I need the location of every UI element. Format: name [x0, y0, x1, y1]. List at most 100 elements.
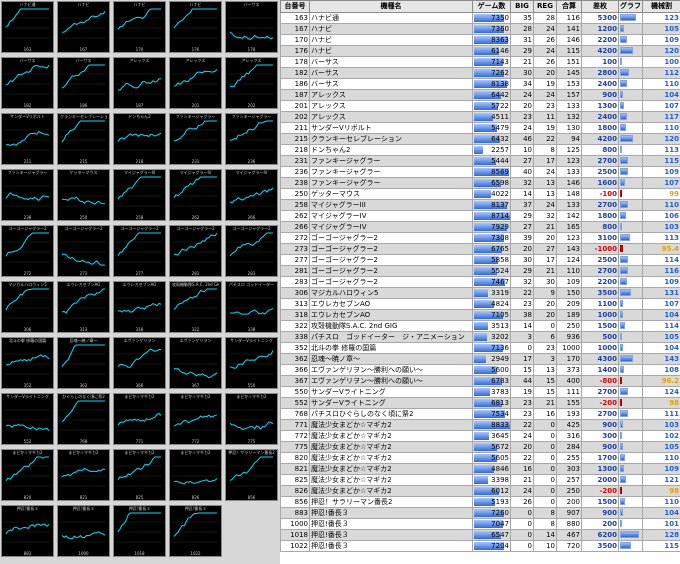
graph-thumbnail[interactable]: 押忍！サラリーマン番長2 856 [225, 449, 278, 501]
table-row[interactable]: 1018 押忍!番長３ 6547 0 14 467 6200 128 [280, 529, 680, 541]
table-row[interactable]: 215 クランキーセレブレーション 6432 46 22 94 4200 120 [280, 133, 680, 145]
graph-thumbnail[interactable]: エヴァンゲリヲン 366 [113, 337, 166, 389]
table-row[interactable]: 182 バーサス 7262 30 20 145 2800 112 [280, 67, 680, 79]
graph-thumbnail[interactable]: ハナビ通 163 [1, 1, 54, 53]
table-row[interactable]: 883 押忍!番長３ 7260 0 8 907 900 104 [280, 507, 680, 519]
table-row[interactable]: 1022 押忍!番長３ 7204 0 10 720 3500 115 [280, 540, 680, 552]
graph-thumbnail[interactable]: エヴァンゲリヲン 367 [169, 337, 222, 389]
table-row[interactable]: 272 ゴーゴージャグラー2 7308 39 20 123 3100 113 [280, 232, 680, 244]
table-row[interactable]: 186 バーサス 8138 34 19 153 2400 110 [280, 78, 680, 90]
table-row[interactable]: 322 攻殻機動隊S.A.C. 2nd GIG 3513 14 0 250 1500 114 [280, 320, 680, 332]
graph-thumbnail[interactable]: 押忍!番長３ 883 [1, 505, 54, 557]
graph-thumbnail[interactable]: ファンキージャグラー 236 [225, 113, 278, 165]
table-row[interactable]: 771 魔法少女まどか☆マギカ2 8833 22 0 425 900 103 [280, 419, 680, 431]
graph-thumbnail[interactable]: まどか☆マギカ2 826 [169, 449, 222, 501]
table-row[interactable]: 201 アレックス 5722 20 23 133 1300 107 [280, 100, 680, 112]
header-combined[interactable]: 合算 [556, 0, 582, 13]
table-row[interactable]: 283 ゴーゴージャグラー2 7467 32 30 109 2200 109 [280, 276, 680, 288]
graph-thumbnail[interactable]: まどか☆マギカ2 825 [113, 449, 166, 501]
graph-thumbnail[interactable]: サンダーVライトニング 552 [1, 393, 54, 445]
header-graph[interactable]: グラフ [618, 0, 643, 13]
graph-thumbnail[interactable]: 北斗の拳 修羅の国篇 352 [1, 337, 54, 389]
graph-thumbnail[interactable]: 押忍!番長３ 1018 [113, 505, 166, 557]
graph-thumbnail[interactable]: ハナビ 176 [169, 1, 222, 53]
header-difference[interactable]: 差枚 [581, 0, 619, 13]
graph-thumbnail[interactable]: 忍魂～暁ノ章～ 362 [57, 337, 110, 389]
table-row[interactable]: 318 エウレカセブンAO 7105 38 20 189 1000 104 [280, 309, 680, 321]
table-row[interactable]: 772 魔法少女まどか☆マギカ2 3645 24 0 316 300 102 [280, 430, 680, 442]
graph-thumbnail[interactable]: サンダーVリボルト 211 [1, 113, 54, 165]
header-game-count[interactable]: ゲーム数 [472, 0, 511, 13]
table-row[interactable]: 176 ハナビ 6146 29 24 115 4200 120 [280, 45, 680, 57]
table-row[interactable]: 768 パチスロひぐらしのなく頃に祭2 7534 23 16 193 2700 111 [280, 408, 680, 420]
table-row[interactable]: 258 マイジャグラーIII 8137 37 24 133 2700 110 [280, 199, 680, 211]
table-row[interactable]: 352 北斗の拳 修羅の国篇 7136 0 23 1000 1000 104 [280, 342, 680, 354]
table-row[interactable]: 202 アレックス 4511 23 11 132 2400 117 [280, 111, 680, 123]
table-row[interactable]: 281 ゴーゴージャグラー2 5524 29 21 110 2700 116 [280, 265, 680, 277]
graph-thumbnail[interactable]: 攻殻機動隊S.A.C. 2nd GIG 322 [169, 281, 222, 333]
graph-thumbnail[interactable]: サンダーVライトニング 550 [225, 337, 278, 389]
header-big[interactable]: BIG [510, 0, 534, 13]
header-machine-name[interactable]: 機種名 [309, 0, 473, 13]
table-row[interactable]: 550 サンダーVライトニング 3783 19 15 111 2700 124 [280, 386, 680, 398]
graph-thumbnail[interactable]: まどか☆マギカ2 775 [225, 393, 278, 445]
table-row[interactable]: 262 マイジャグラーIV 8714 29 32 142 1800 106 [280, 210, 680, 222]
graph-thumbnail[interactable]: 押忍!番長３ 1022 [169, 505, 222, 557]
graph-thumbnail[interactable]: ゴーゴージャグラー2 283 [225, 225, 278, 277]
table-row[interactable]: 366 エヴァンゲリヲン～勝利への願い～ 5600 15 13 373 1400 108 [280, 364, 680, 376]
table-row[interactable]: 211 サンダーVリボルト 5479 24 19 130 1800 110 [280, 122, 680, 134]
table-row[interactable]: 552 サンダーVライトニング 6813 23 21 155 -200 98 [280, 397, 680, 409]
graph-thumbnail[interactable]: バーサス 178 [225, 1, 278, 53]
table-row[interactable]: 231 ファンキージャグラー 5444 27 17 123 2700 115 [280, 155, 680, 167]
graph-thumbnail[interactable]: アレックス 187 [113, 57, 166, 109]
table-row[interactable]: 367 エヴァンゲリヲン～勝利への願い～ 6783 44 15 400 -800 96.2 [280, 375, 680, 387]
table-row[interactable]: 163 ハナビ通 7350 35 28 116 5300 123 [280, 12, 680, 24]
table-row[interactable]: 1000 押忍!番長３ 7047 0 8 880 200 101 [280, 518, 680, 530]
graph-thumbnail[interactable]: パチスロ ゴッドイーター 338 [225, 281, 278, 333]
header-payout-rate[interactable]: 機械割 [642, 0, 680, 13]
table-row[interactable]: 313 エウレカセブンAO 4824 23 20 209 1100 107 [280, 298, 680, 310]
graph-thumbnail[interactable]: まどか☆マギカ2 821 [57, 449, 110, 501]
graph-thumbnail[interactable]: 押忍!番長３ 1000 [57, 505, 110, 557]
table-row[interactable]: 167 ハナビ 7360 28 24 141 1200 105 [280, 23, 680, 35]
graph-thumbnail[interactable]: アレックス 201 [169, 57, 222, 109]
table-row[interactable]: 362 忍魂～暁ノ章～ 2949 17 3 170 4300 143 [280, 353, 680, 365]
graph-thumbnail[interactable]: まどか☆マギカ2 772 [169, 393, 222, 445]
table-row[interactable]: 170 ハナビ 8363 31 26 146 2200 109 [280, 34, 680, 46]
graph-thumbnail[interactable]: マジカルハロウィン5 306 [1, 281, 54, 333]
table-row[interactable]: 826 魔法少女まどか☆マギカ2 6012 24 0 250 -200 98 [280, 485, 680, 497]
table-row[interactable]: 775 魔法少女まどか☆マギカ2 5672 20 0 284 900 105 [280, 441, 680, 453]
graph-thumbnail[interactable]: バーサス 182 [1, 57, 54, 109]
table-row[interactable]: 187 アレックス 6442 24 24 157 900 104 [280, 89, 680, 101]
graph-thumbnail[interactable]: マイジャグラーIV 266 [225, 169, 278, 221]
graph-thumbnail[interactable]: ファンキージャグラー 231 [169, 113, 222, 165]
graph-thumbnail[interactable]: ゴーゴージャグラー2 281 [169, 225, 222, 277]
graph-thumbnail[interactable]: エウレカセブンAO 313 [57, 281, 110, 333]
table-row[interactable]: 218 ドンちゃん2 2257 10 8 125 800 113 [280, 144, 680, 156]
table-row[interactable]: 821 魔法少女まどか☆マギカ2 4846 16 0 303 1300 109 [280, 463, 680, 475]
graph-thumbnail[interactable]: ひぐらしのなく頃に祭2 768 [57, 393, 110, 445]
graph-thumbnail[interactable]: アレックス 202 [225, 57, 278, 109]
table-row[interactable]: 277 ゴーゴージャグラー2 5858 30 17 124 2500 114 [280, 254, 680, 266]
table-row[interactable]: 266 マイジャグラーIV 7929 27 21 165 800 103 [280, 221, 680, 233]
graph-thumbnail[interactable]: ゲッターマウス 250 [57, 169, 110, 221]
graph-thumbnail[interactable]: ゴーゴージャグラー2 272 [1, 225, 54, 277]
table-row[interactable]: 825 魔法少女まどか☆マギカ2 3398 21 0 257 2000 121 [280, 474, 680, 486]
table-row[interactable]: 820 魔法少女まどか☆マギカ2 5605 22 0 255 1700 110 [280, 452, 680, 464]
graph-thumbnail[interactable]: マイジャグラーIV 262 [169, 169, 222, 221]
table-row[interactable]: 306 マジカルハロウィン5 3319 22 9 150 3500 131 [280, 287, 680, 299]
table-row[interactable]: 178 バーサス 7143 21 26 151 100 100 [280, 56, 680, 68]
table-row[interactable]: 238 ファンキージャグラー 6598 32 13 146 1600 107 [280, 177, 680, 189]
graph-thumbnail[interactable]: クランキーセレブレーション 215 [57, 113, 110, 165]
table-row[interactable]: 250 ゲッターマウス 4022 14 13 148 -100 99 [280, 188, 680, 200]
graph-thumbnail[interactable]: まどか☆マギカ2 820 [1, 449, 54, 501]
header-machine-number[interactable]: 台番号 [280, 0, 310, 13]
table-row[interactable]: 273 ゴーゴージャグラー2 6765 20 27 143 -1000 95.4 [280, 243, 680, 255]
graph-thumbnail[interactable]: ハナビ 167 [57, 1, 110, 53]
graph-thumbnail[interactable]: ファンキージャグラー 238 [1, 169, 54, 221]
graph-thumbnail[interactable]: エウレカセブンAO 318 [113, 281, 166, 333]
graph-thumbnail[interactable]: まどか☆マギカ2 771 [113, 393, 166, 445]
graph-thumbnail[interactable]: ゴーゴージャグラー2 273 [57, 225, 110, 277]
graph-thumbnail[interactable]: ハナビ 170 [113, 1, 166, 53]
table-row[interactable]: 236 ファンキージャグラー 8569 40 24 133 2500 109 [280, 166, 680, 178]
